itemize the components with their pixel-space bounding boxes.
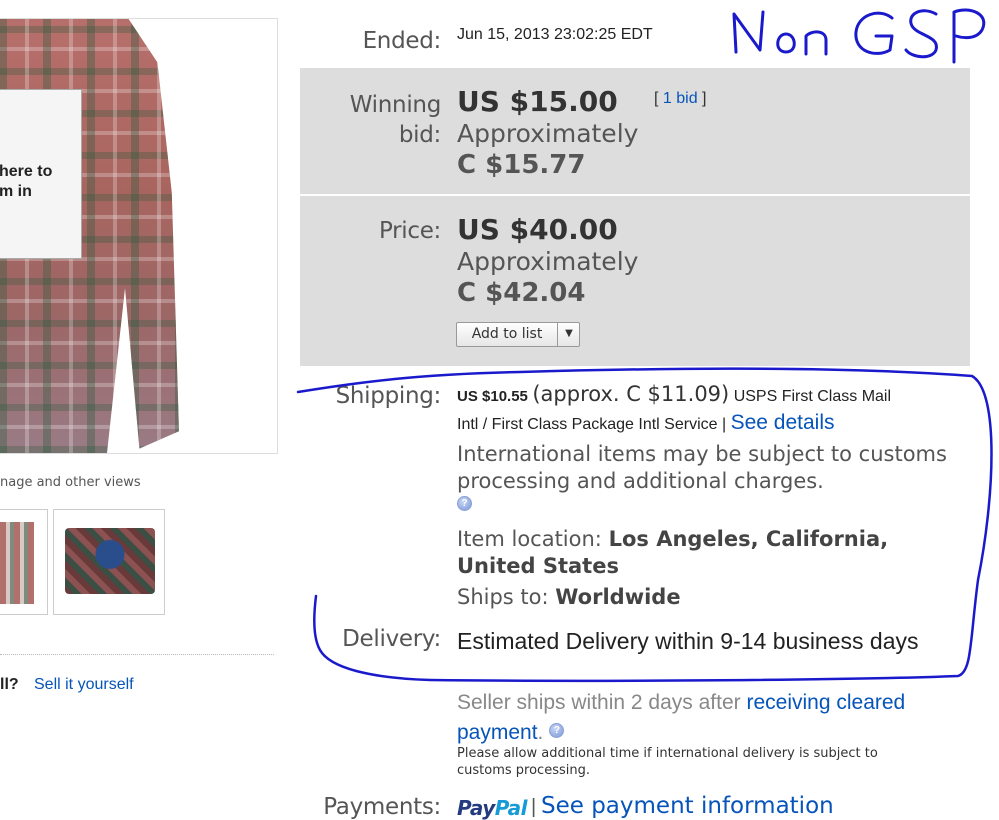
add-to-list-label[interactable]: Add to list (457, 323, 557, 346)
winning-bid-approx-value: C $15.77 (457, 150, 586, 180)
shipping-service-part1: USPS First Class Mail (733, 388, 892, 405)
ships-to-value: Worldwide (555, 585, 681, 609)
handling-time: Seller ships within 2 days after receivi… (457, 688, 977, 748)
zoom-hint-box: here to m in (0, 89, 82, 259)
price-label: Price: (378, 218, 441, 244)
shipping-cost-line: US $10.55 (approx. C $11.09) USPS First … (457, 382, 891, 406)
item-location-value-line1: Los Angeles, California, (608, 527, 889, 551)
delivery-estimate: Estimated Delivery within 9-14 business … (457, 628, 919, 654)
shipping-approx: (approx. C $11.09) (532, 382, 730, 406)
item-location-label: Item location: (457, 527, 602, 551)
winning-bid-amount: US $15.00 (457, 85, 618, 118)
paypal-logo: PayPal (457, 796, 528, 820)
sell-it-yourself-link[interactable]: Sell it yourself (34, 676, 134, 694)
ended-value: Jun 15, 2013 23:02:25 EDT (457, 26, 653, 43)
price-approx-label: Approximately (457, 247, 639, 276)
price-approx-value: C $42.04 (457, 278, 586, 308)
price-amount: US $40.00 (457, 213, 618, 246)
winning-bid-label-line2: bid: (398, 122, 441, 148)
handwritten-non-gsp (732, 8, 986, 64)
bid-count: [ 1 bid ] (654, 90, 706, 108)
delivery-label: Delivery: (342, 626, 441, 652)
ships-to-label: Ships to: (457, 585, 549, 609)
zoom-hint-line1: here to (0, 163, 53, 180)
add-to-list-button[interactable]: Add to list ▼ (456, 322, 580, 347)
add-to-list-separator (557, 323, 558, 346)
help-icon[interactable]: ? (457, 496, 472, 511)
views-caption[interactable]: nage and other views (0, 475, 141, 490)
paypal-logo-pal: Pal (494, 796, 528, 820)
see-payment-information-link[interactable]: See payment information (541, 793, 834, 819)
handling-time-text: Seller ships within 2 days after (457, 691, 741, 714)
main-item-image[interactable]: here to m in (0, 18, 278, 454)
zoom-hint-line2: m in (0, 183, 32, 200)
bid-count-open-bracket: [ (654, 90, 663, 107)
shipping-cost: US $10.55 (457, 388, 528, 405)
divider (0, 654, 274, 655)
help-icon[interactable]: ? (549, 723, 565, 738)
payments-label: Payments: (323, 794, 441, 820)
shipping-label: Shipping: (335, 383, 442, 409)
winning-bid-label: Winning bid: (349, 90, 442, 150)
ships-to: Ships to: Worldwide (457, 585, 681, 609)
thumbnail-2[interactable] (53, 509, 165, 615)
thumbnail-2-image (65, 528, 155, 594)
international-note: International items may be subject to cu… (457, 442, 947, 493)
paypal-logo-pay: Pay (457, 796, 495, 820)
thumbnail-1[interactable] (0, 509, 48, 615)
payments-separator: | (531, 796, 537, 818)
zoom-hint-text: here to m in (0, 162, 77, 202)
item-location-value-line2: United States (457, 554, 619, 578)
shipping-service-part2: Intl / First Class Package Intl Service … (457, 416, 727, 433)
winning-bid-approx-label: Approximately (457, 119, 639, 148)
winning-bid-label-line1: Winning (349, 92, 442, 118)
shipping-service-line: Intl / First Class Package Intl Service … (457, 411, 835, 435)
bid-count-close-bracket: ] (697, 90, 707, 107)
ended-label: Ended: (362, 28, 442, 54)
chevron-down-icon[interactable]: ▼ (561, 323, 577, 346)
bid-count-link[interactable]: 1 bid (663, 90, 698, 107)
item-location: Item location: Los Angeles, California, … (457, 526, 888, 580)
see-details-link[interactable]: See details (731, 411, 835, 434)
thumbnail-1-image (0, 522, 34, 604)
customs-note: Please allow additional time if internat… (457, 746, 878, 778)
sell-question: ll? (0, 676, 19, 693)
handling-time-period: . (537, 721, 544, 744)
